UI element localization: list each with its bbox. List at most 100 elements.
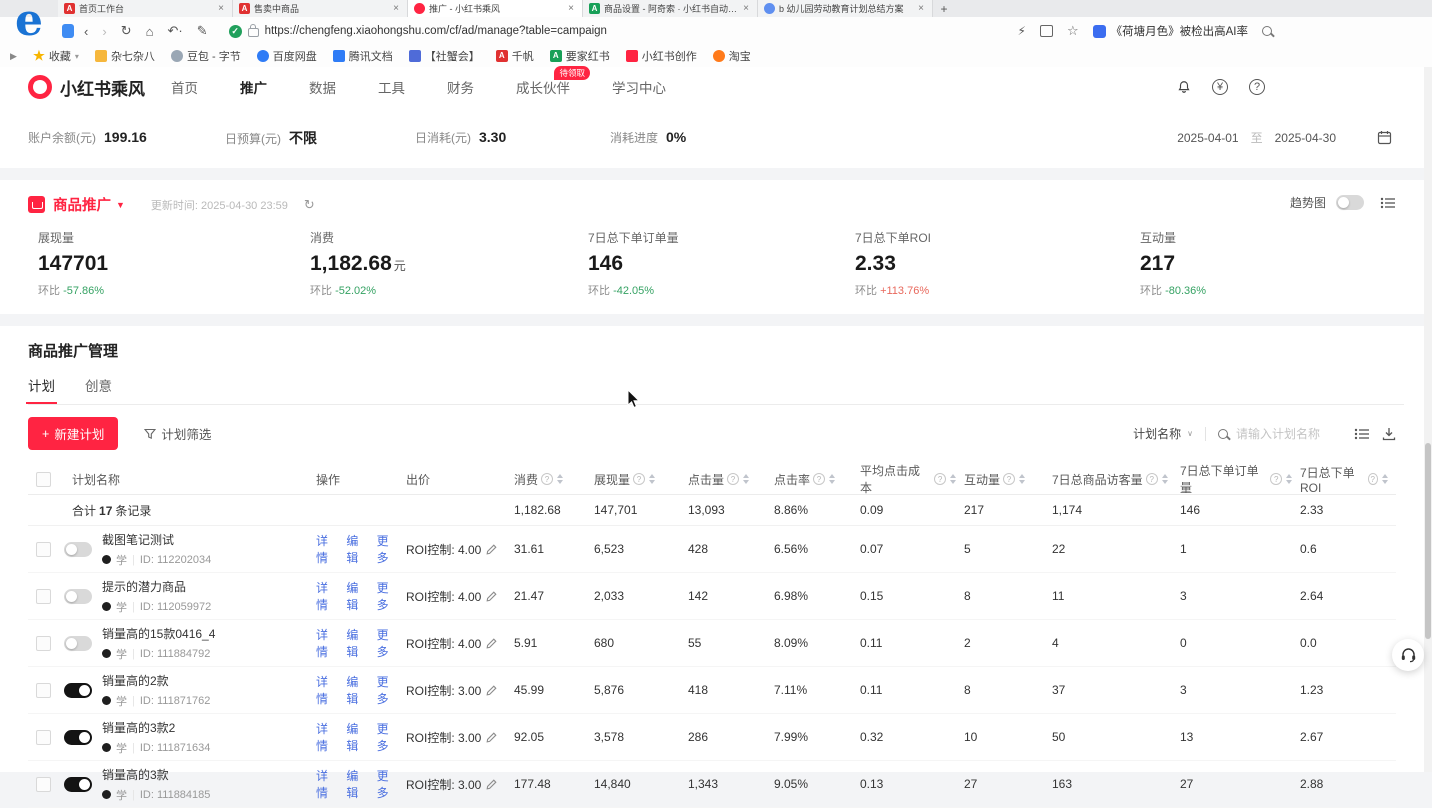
detail-link[interactable]: 详情 xyxy=(316,767,337,801)
bookmark-item[interactable]: 百度网盘 xyxy=(257,48,317,64)
column-header[interactable]: 7日总商品访客量? xyxy=(1044,471,1172,488)
search-field-selector[interactable]: 计划名称 ∨ xyxy=(1133,425,1193,442)
plan-name[interactable]: 销量高的2款 xyxy=(102,672,210,689)
detail-link[interactable]: 详情 xyxy=(316,673,337,707)
more-link[interactable]: 更多 xyxy=(377,626,398,660)
edit-link[interactable]: 编辑 xyxy=(346,532,367,566)
row-checkbox[interactable] xyxy=(36,730,51,745)
select-all-checkbox[interactable] xyxy=(36,472,51,487)
info-icon[interactable]: ? xyxy=(934,473,946,485)
info-icon[interactable]: ? xyxy=(1270,473,1282,485)
bookmark-item[interactable]: A要家红书 xyxy=(550,48,610,64)
new-plan-button[interactable]: + 新建计划 xyxy=(28,417,118,450)
customer-service-button[interactable] xyxy=(1392,639,1424,671)
edit-link[interactable]: 编辑 xyxy=(346,720,367,754)
more-link[interactable]: 更多 xyxy=(377,673,398,707)
plan-name[interactable]: 销量高的3款 xyxy=(102,766,210,783)
ai-notice[interactable]: 《荷塘月色》被检出高AI率 xyxy=(1093,23,1248,39)
browser-phone-icon[interactable] xyxy=(62,24,74,38)
column-header[interactable]: 互动量? xyxy=(956,471,1044,488)
date-end[interactable]: 2025-04-30 xyxy=(1275,131,1336,145)
tab-close-icon[interactable]: × xyxy=(566,3,576,14)
promo-type-selector[interactable]: 商品推广 xyxy=(53,194,111,215)
row-checkbox[interactable] xyxy=(36,542,51,557)
row-checkbox[interactable] xyxy=(36,683,51,698)
edit-link[interactable]: 编辑 xyxy=(346,626,367,660)
refresh-icon[interactable]: ↻ xyxy=(121,23,132,39)
nav-item[interactable]: 财务 xyxy=(447,77,474,97)
home-icon[interactable]: ⌂ xyxy=(146,24,154,39)
info-icon[interactable]: ? xyxy=(1368,473,1378,485)
info-icon[interactable]: ? xyxy=(727,473,739,485)
bookmark-item[interactable]: 杂七杂八 xyxy=(95,48,155,64)
tab-close-icon[interactable]: × xyxy=(916,3,926,14)
metrics-config-icon[interactable] xyxy=(1380,196,1396,210)
browser-tab[interactable]: A商品设置 - 阿奇索 · 小红书自动…× xyxy=(583,0,758,17)
column-header[interactable]: 展现量? xyxy=(586,471,680,488)
more-link[interactable]: 更多 xyxy=(377,532,398,566)
sort-icon[interactable] xyxy=(557,474,563,484)
info-icon[interactable]: ? xyxy=(633,473,645,485)
download-icon[interactable] xyxy=(1382,427,1396,441)
sort-icon[interactable] xyxy=(1162,474,1168,484)
edit-pencil-icon[interactable] xyxy=(486,685,497,696)
nav-item[interactable]: 成长伙伴待领取 xyxy=(516,77,570,97)
column-header[interactable]: 7日总下单订单量? xyxy=(1172,462,1292,496)
notifications-bell-icon[interactable] xyxy=(1177,80,1191,94)
row-checkbox[interactable] xyxy=(36,589,51,604)
column-header[interactable]: 平均点击成本? xyxy=(852,462,956,496)
bookmark-item[interactable]: ★收藏▾ xyxy=(33,48,79,64)
page-scrollbar[interactable] xyxy=(1424,67,1432,772)
plan-status-toggle[interactable] xyxy=(64,683,92,698)
tab-close-icon[interactable]: × xyxy=(391,3,401,14)
sort-icon[interactable] xyxy=(1019,474,1025,484)
wallet-icon[interactable]: ¥ xyxy=(1212,79,1228,95)
bookmark-item[interactable]: 小红书创作 xyxy=(626,48,697,64)
refresh-data-icon[interactable]: ↻ xyxy=(304,197,315,213)
edit-pencil-icon[interactable] xyxy=(486,544,497,555)
detail-link[interactable]: 详情 xyxy=(316,626,337,660)
tab-close-icon[interactable]: × xyxy=(216,3,226,14)
detail-link[interactable]: 详情 xyxy=(316,579,337,613)
tab-plan[interactable]: 计划 xyxy=(28,375,55,404)
browser-tab[interactable]: 推广 - 小红书乘风× xyxy=(408,0,583,17)
bookmark-item[interactable]: A千帆 xyxy=(496,48,534,64)
tab-close-icon[interactable]: × xyxy=(741,3,751,14)
nav-item[interactable]: 数据 xyxy=(309,77,336,97)
bookmark-item[interactable]: 淘宝 xyxy=(713,48,751,64)
column-header[interactable]: 点击率? xyxy=(766,471,852,488)
bookmark-item[interactable]: 豆包 - 字节 xyxy=(171,48,241,64)
plan-filter-button[interactable]: 计划筛选 xyxy=(144,424,211,443)
nav-item[interactable]: 工具 xyxy=(378,77,405,97)
new-tab-button[interactable]: + xyxy=(933,0,955,17)
plan-name[interactable]: 销量高的3款2 xyxy=(102,719,210,736)
detail-link[interactable]: 详情 xyxy=(316,532,337,566)
bookmark-item[interactable]: 腾讯文档 xyxy=(333,48,393,64)
more-link[interactable]: 更多 xyxy=(377,579,398,613)
edit-pencil-icon[interactable] xyxy=(486,732,497,743)
scrollbar-thumb[interactable] xyxy=(1425,443,1431,639)
forward-icon[interactable]: › xyxy=(102,24,106,39)
more-link[interactable]: 更多 xyxy=(377,720,398,754)
tab-creative[interactable]: 创意 xyxy=(85,375,112,404)
plan-name[interactable]: 截图笔记测试 xyxy=(102,531,211,548)
date-start[interactable]: 2025-04-01 xyxy=(1177,131,1238,145)
trend-chart-toggle[interactable] xyxy=(1336,195,1364,210)
edit-bookmark-icon[interactable]: ✎ xyxy=(197,23,208,39)
collapse-bookmarks-icon[interactable]: ▶ xyxy=(10,51,17,62)
plan-status-toggle[interactable] xyxy=(64,589,92,604)
info-icon[interactable]: ? xyxy=(813,473,825,485)
brand[interactable]: 小红书乘风 xyxy=(28,75,145,100)
lightning-icon[interactable]: ⚡ xyxy=(1018,24,1026,38)
chevron-down-icon[interactable]: ▼ xyxy=(116,200,125,210)
browser-tab[interactable]: A首页工作台× xyxy=(58,0,233,17)
plan-status-toggle[interactable] xyxy=(64,542,92,557)
browser-tab[interactable]: b 幼儿园劳动教育计划总结方案× xyxy=(758,0,933,17)
screenshot-icon[interactable] xyxy=(1040,25,1053,37)
edit-pencil-icon[interactable] xyxy=(486,779,497,790)
address-bar[interactable]: ✓ https://chengfeng.xiaohongshu.com/cf/a… xyxy=(229,25,1018,38)
column-header[interactable]: 7日总下单ROI? xyxy=(1292,464,1388,495)
plan-search-input[interactable] xyxy=(1234,426,1342,442)
plan-name[interactable]: 提示的潜力商品 xyxy=(102,578,211,595)
calendar-icon[interactable] xyxy=(1377,130,1392,145)
